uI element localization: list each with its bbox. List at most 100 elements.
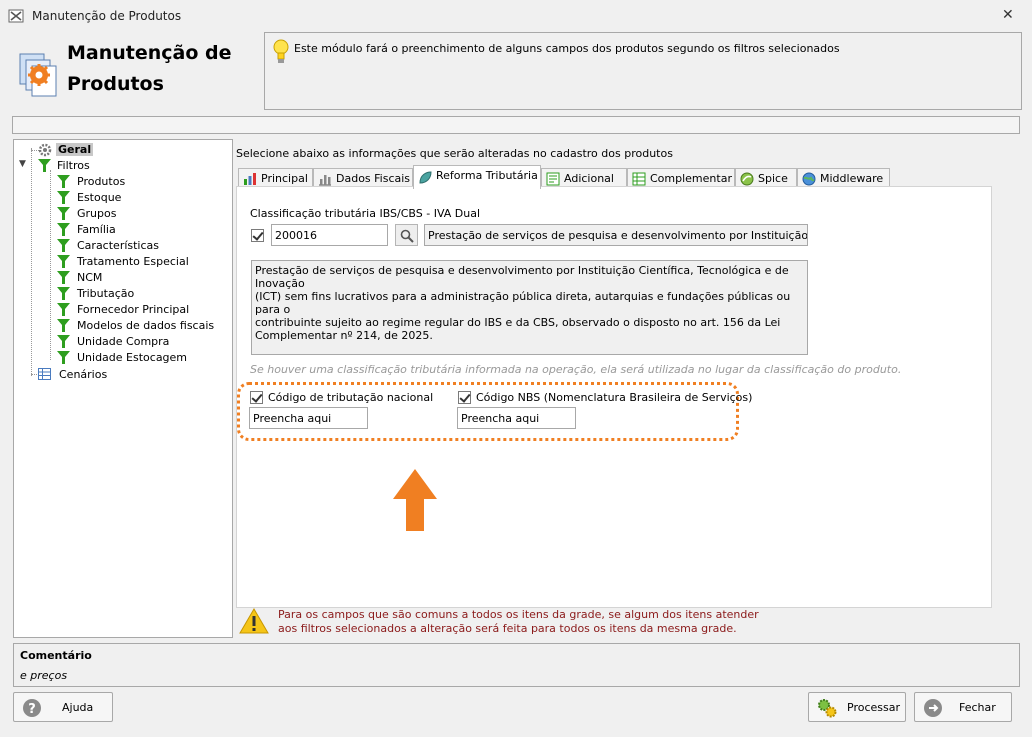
tree-line bbox=[50, 170, 51, 360]
tree-item-geral[interactable]: Geral bbox=[56, 143, 94, 156]
nbs-label: Código NBS (Nomenclatura Brasileira de S… bbox=[476, 391, 753, 404]
classification-memo: Prestação de serviços de pesquisa e dese… bbox=[251, 260, 808, 355]
app-icon bbox=[8, 9, 24, 23]
tree-item-fornecedor-principal[interactable]: Fornecedor Principal bbox=[77, 303, 189, 316]
tree-item-tributacao[interactable]: Tributação bbox=[77, 287, 134, 300]
memo-line: Complementar nº 214, de 2025. bbox=[255, 329, 433, 342]
funnel-icon bbox=[57, 175, 70, 188]
warning-text: Para os campos que são comuns a todos os… bbox=[278, 608, 759, 636]
tab-dados-fiscais[interactable]: Dados Fiscais bbox=[313, 168, 413, 188]
tab-strip: Principal Dados Fiscais Reforma Tributár… bbox=[236, 165, 1016, 189]
help-label: Ajuda bbox=[62, 701, 94, 714]
tab-spice[interactable]: Spice bbox=[735, 168, 797, 188]
tab-label: Adicional bbox=[564, 172, 614, 185]
help-icon: ? bbox=[23, 699, 41, 717]
funnel-icon bbox=[57, 239, 70, 252]
page-title-line1: Manutenção de bbox=[67, 42, 232, 64]
tab-label: Spice bbox=[758, 172, 788, 185]
tree-item-modelos-dados-fiscais[interactable]: Modelos de dados fiscais bbox=[77, 319, 214, 332]
tree-item-produtos[interactable]: Produtos bbox=[77, 175, 125, 188]
info-text: Este módulo fará o preenchimento de algu… bbox=[294, 42, 840, 55]
funnel-icon bbox=[57, 223, 70, 236]
funnel-icon bbox=[57, 335, 70, 348]
funnel-icon bbox=[57, 287, 70, 300]
title-bar: Manutenção de Produtos ✕ bbox=[0, 0, 1032, 32]
cod-trib-checkbox[interactable] bbox=[250, 391, 263, 404]
comment-panel bbox=[13, 643, 1020, 687]
process-label: Processar bbox=[847, 701, 900, 714]
tab-complementar[interactable]: Complementar bbox=[627, 168, 735, 188]
progress-bar bbox=[12, 116, 1020, 134]
svg-text:?: ? bbox=[28, 702, 36, 717]
warning-line: aos filtros selecionados a alteração ser… bbox=[278, 622, 737, 635]
nbs-checkbox[interactable] bbox=[458, 391, 471, 404]
window-title: Manutenção de Produtos bbox=[32, 9, 182, 23]
close-label: Fechar bbox=[959, 701, 996, 714]
hint-text: Se houver uma classificação tributária i… bbox=[250, 363, 902, 376]
tree-item-tratamento-especial[interactable]: Tratamento Especial bbox=[77, 255, 189, 268]
tab-label: Dados Fiscais bbox=[336, 172, 411, 185]
tree-line bbox=[31, 148, 32, 376]
bar-chart-icon bbox=[319, 175, 331, 186]
section-label: Classificação tributária IBS/CBS - IVA D… bbox=[250, 207, 481, 220]
arrow-up-icon bbox=[393, 469, 437, 531]
product-maintenance-icon bbox=[19, 53, 57, 97]
chevron-down-icon[interactable]: ▼ bbox=[19, 159, 26, 169]
process-button[interactable]: Processar bbox=[808, 692, 906, 722]
leaf-icon bbox=[419, 171, 432, 184]
help-button[interactable]: ? Ajuda bbox=[13, 692, 113, 722]
cod-trib-label: Código de tributação nacional bbox=[268, 391, 434, 404]
funnel-icon bbox=[38, 159, 51, 172]
funnel-icon bbox=[57, 255, 70, 268]
memo-line: contribuinte sujeito ao regime regular d… bbox=[255, 316, 781, 329]
comment-title: Comentário bbox=[20, 649, 92, 662]
tab-adicional[interactable]: Adicional bbox=[541, 168, 627, 188]
globe-icon bbox=[802, 172, 816, 186]
tab-label: Complementar bbox=[650, 172, 732, 185]
page-title-line2: Produtos bbox=[67, 73, 164, 95]
tree-item-unidade-compra[interactable]: Unidade Compra bbox=[77, 335, 169, 348]
instruction-text: Selecione abaixo as informações que serã… bbox=[236, 147, 673, 160]
spice-icon bbox=[740, 172, 754, 186]
search-icon bbox=[400, 229, 414, 243]
tab-reforma-tributaria[interactable]: Reforma Tributária bbox=[413, 165, 541, 189]
funnel-icon bbox=[57, 319, 70, 332]
classificacao-checkbox[interactable] bbox=[251, 229, 264, 242]
close-icon[interactable]: ✕ bbox=[1002, 7, 1014, 23]
exit-icon bbox=[924, 699, 942, 717]
tab-label: Reforma Tributária bbox=[436, 169, 538, 182]
tree-item-filtros[interactable]: Filtros bbox=[57, 159, 90, 172]
table-icon bbox=[632, 172, 646, 186]
funnel-icon bbox=[57, 271, 70, 284]
cod-trib-input[interactable]: Preencha aqui bbox=[249, 407, 368, 429]
comment-text: e preços bbox=[20, 669, 68, 682]
tree-item-ncm[interactable]: NCM bbox=[77, 271, 102, 284]
chart-icon bbox=[244, 173, 256, 185]
tree-item-cenarios[interactable]: Cenários bbox=[59, 368, 107, 381]
lightbulb-icon bbox=[273, 39, 289, 63]
tree-item-unidade-estocagem[interactable]: Unidade Estocagem bbox=[77, 351, 187, 364]
form-icon bbox=[546, 172, 560, 186]
tree-item-familia[interactable]: Família bbox=[77, 223, 116, 236]
search-button[interactable] bbox=[395, 224, 418, 246]
table-icon bbox=[38, 368, 51, 380]
funnel-icon bbox=[57, 207, 70, 220]
funnel-icon bbox=[57, 303, 70, 316]
code-input[interactable]: 200016 bbox=[271, 224, 388, 246]
tab-middleware[interactable]: Middleware bbox=[797, 168, 890, 188]
tree-item-grupos[interactable]: Grupos bbox=[77, 207, 116, 220]
page-title: Manutenção de Produtos bbox=[67, 38, 257, 100]
gears-icon bbox=[818, 699, 837, 718]
close-button[interactable]: Fechar bbox=[914, 692, 1012, 722]
nbs-input[interactable]: Preencha aqui bbox=[457, 407, 576, 429]
tab-label: Middleware bbox=[820, 172, 884, 185]
tree-item-caracteristicas[interactable]: Características bbox=[77, 239, 159, 252]
funnel-icon bbox=[57, 351, 70, 364]
warning-line: Para os campos que são comuns a todos os… bbox=[278, 608, 759, 621]
description-field: Prestação de serviços de pesquisa e dese… bbox=[424, 224, 808, 246]
tree-item-estoque[interactable]: Estoque bbox=[77, 191, 121, 204]
tab-label: Principal bbox=[261, 172, 308, 185]
tab-principal[interactable]: Principal bbox=[238, 168, 313, 188]
gear-icon bbox=[38, 143, 52, 157]
filter-tree[interactable]: Geral ▼ Filtros Produtos Estoque Grupos … bbox=[13, 139, 233, 638]
